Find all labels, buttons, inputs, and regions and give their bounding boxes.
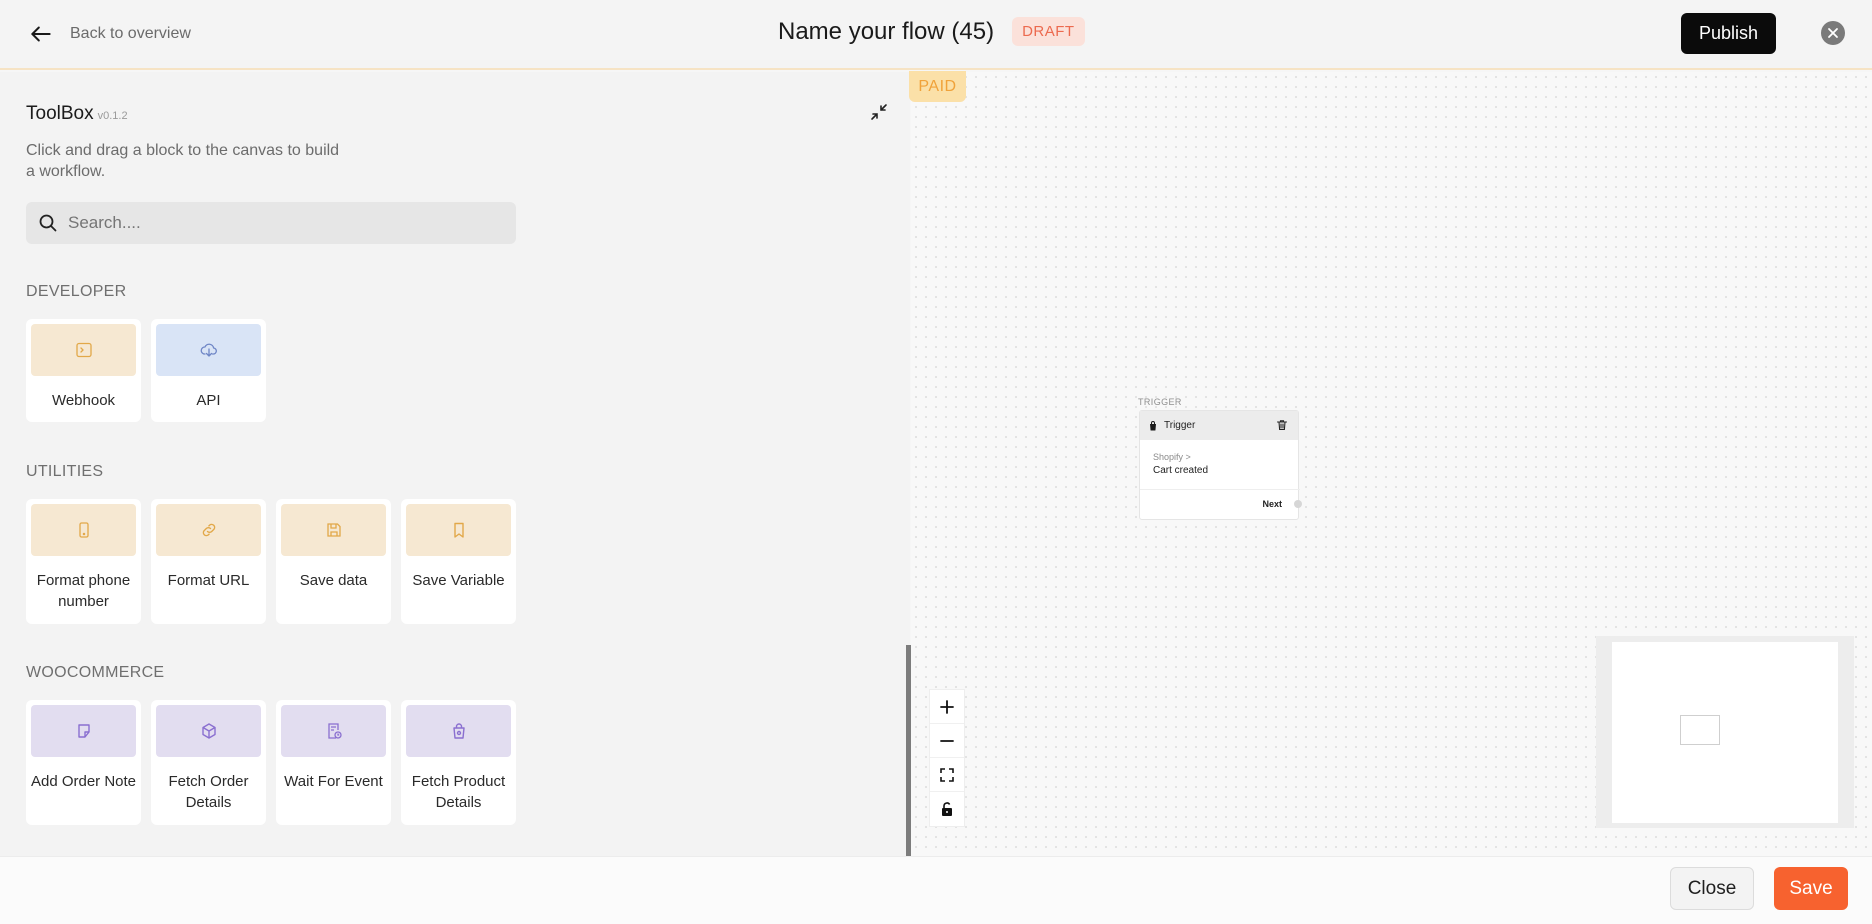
block-fetch-product-details[interactable]: Fetch Product Details xyxy=(401,700,516,825)
minus-icon xyxy=(940,739,954,742)
block-label: Fetch Order Details xyxy=(168,773,249,811)
node-caption: TRIGGER xyxy=(1138,397,1182,407)
close-button[interactable]: Close xyxy=(1670,867,1754,910)
trash-icon[interactable] xyxy=(1276,419,1288,431)
arrow-left-icon xyxy=(31,26,51,42)
block-label: Fetch Product Details xyxy=(411,773,506,811)
toolbox-description: Click and drag a block to the canvas to … xyxy=(26,142,340,180)
plus-icon xyxy=(940,699,954,714)
block-webhook[interactable]: Webhook xyxy=(26,319,141,422)
search-field[interactable] xyxy=(26,202,516,244)
toolbox-panel: ToolBox v0.1.2 Click and drag a block to … xyxy=(0,72,910,856)
node-source: Shopify > xyxy=(1153,452,1191,462)
block-format-url[interactable]: Format URL xyxy=(151,499,266,624)
block-label: Format phone number xyxy=(36,572,131,610)
block-fetch-order-details[interactable]: Fetch Order Details xyxy=(151,700,266,825)
back-label: Back to overview xyxy=(70,25,191,42)
search-input[interactable] xyxy=(26,202,516,244)
node-event: Cart created xyxy=(1153,465,1209,476)
phone-icon xyxy=(78,522,89,538)
minimap-node xyxy=(1680,715,1720,745)
toolbox-title: ToolBox v0.1.2 xyxy=(26,103,128,124)
toolbox-version: v0.1.2 xyxy=(97,110,128,122)
node-title: Trigger xyxy=(1164,420,1196,431)
block-label: API xyxy=(196,392,221,409)
lock-button[interactable] xyxy=(930,792,964,826)
cloud-download-icon xyxy=(200,343,217,357)
floppy-icon xyxy=(326,523,341,537)
section-label-developer: DEVELOPER xyxy=(26,283,127,300)
bag-icon xyxy=(452,723,465,739)
block-label: Format URL xyxy=(167,572,250,589)
link-icon xyxy=(202,523,215,537)
section-label-utilities: UTILITIES xyxy=(26,463,104,480)
trigger-node[interactable]: Trigger Shopify > Cart created Next xyxy=(1139,410,1300,520)
close-icon[interactable] xyxy=(1821,21,1845,45)
block-label: Add Order Note xyxy=(30,773,137,790)
shopify-bag-icon xyxy=(1150,420,1156,430)
block-wait-for-event[interactable]: Wait For Event xyxy=(276,700,391,825)
paid-badge: PAID xyxy=(909,71,966,102)
back-to-overview-link[interactable]: Back to overview xyxy=(28,21,191,47)
block-save-variable[interactable]: Save Variable xyxy=(401,499,516,624)
section-label-woocommerce: WOOCOMMERCE xyxy=(26,664,165,681)
terminal-icon xyxy=(75,342,92,358)
block-api[interactable]: API xyxy=(151,319,266,422)
box-icon xyxy=(201,723,216,739)
bookmark-icon xyxy=(453,522,464,538)
save-button[interactable]: Save xyxy=(1774,867,1848,910)
block-format-phone-number[interactable]: Format phone number xyxy=(26,499,141,624)
clock-doc-icon xyxy=(327,723,342,739)
top-bar: Back to overview Name your flow (45) DRA… xyxy=(0,0,1872,70)
minimap[interactable] xyxy=(1596,636,1854,828)
minimap-viewport xyxy=(1612,642,1838,823)
node-divider xyxy=(1140,489,1300,490)
status-badge: DRAFT xyxy=(1012,17,1085,46)
block-label: Save Variable xyxy=(412,572,505,589)
block-label: Wait For Event xyxy=(284,773,383,790)
fit-view-button[interactable] xyxy=(930,758,964,792)
block-add-order-note[interactable]: Add Order Note xyxy=(26,700,141,825)
flow-title[interactable]: Name your flow (45) xyxy=(778,18,994,46)
block-label: Webhook xyxy=(51,392,116,409)
zoom-out-button[interactable] xyxy=(930,724,964,758)
flow-title-group: Name your flow (45) DRAFT xyxy=(778,17,1085,46)
node-header: Trigger xyxy=(1140,411,1298,440)
block-save-data[interactable]: Save data xyxy=(276,499,391,624)
footer-bar: Close Save xyxy=(0,856,1872,924)
publish-button[interactable]: Publish xyxy=(1681,13,1776,54)
block-label: Save data xyxy=(299,572,368,589)
search-icon xyxy=(39,214,57,232)
node-output-label: Next xyxy=(1262,499,1282,509)
canvas-controls xyxy=(929,689,965,827)
note-icon xyxy=(77,724,90,738)
node-output-port[interactable] xyxy=(1294,500,1302,508)
collapse-icon[interactable] xyxy=(870,103,888,121)
fit-view-icon xyxy=(940,767,954,782)
zoom-in-button[interactable] xyxy=(930,690,964,724)
lock-icon xyxy=(942,802,952,816)
